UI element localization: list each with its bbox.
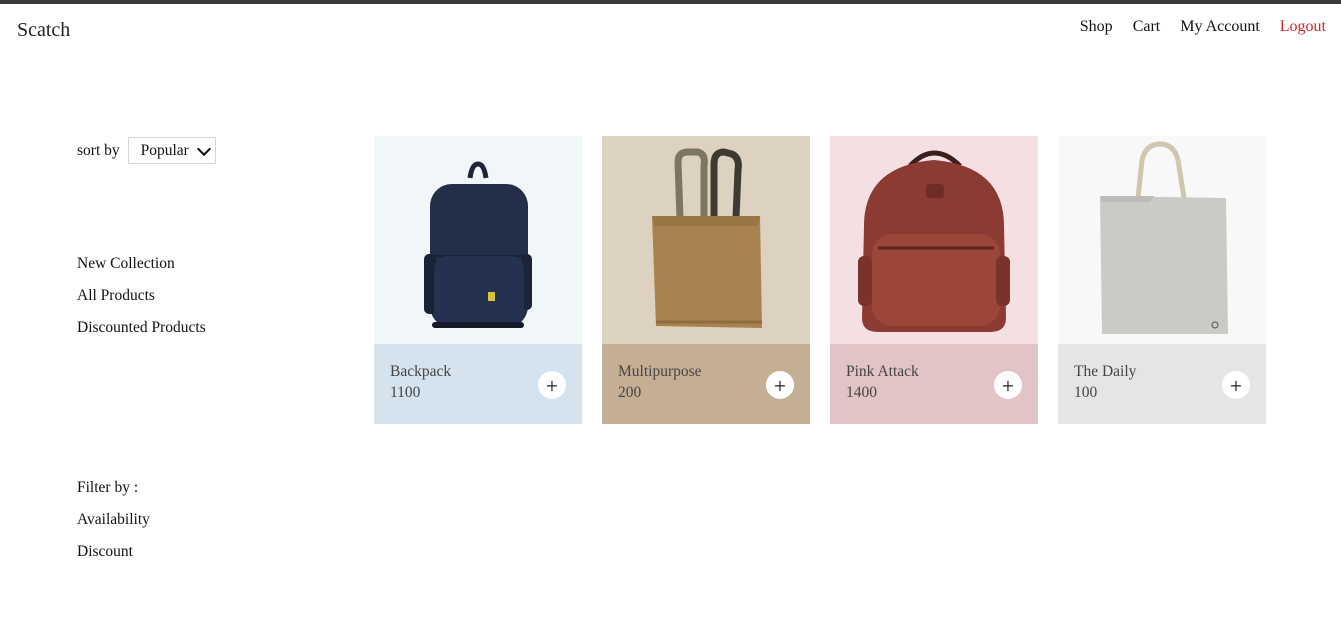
product-info: Multipurpose 200 +: [602, 344, 810, 424]
filter-section: Filter by : Availability Discount: [77, 472, 150, 568]
category-links: New Collection All Products Discounted P…: [77, 248, 206, 344]
sort-select[interactable]: Popular: [127, 137, 216, 164]
link-all-products[interactable]: All Products: [77, 280, 206, 312]
canvas-tote-bag-image[interactable]: [1058, 136, 1266, 344]
nav-cart[interactable]: Cart: [1133, 18, 1161, 36]
navy-backpack-image[interactable]: [374, 136, 582, 344]
plus-icon: +: [545, 375, 559, 395]
add-to-cart-button[interactable]: +: [538, 371, 566, 399]
sort-selected-value: Popular: [140, 141, 189, 159]
add-to-cart-button[interactable]: +: [994, 371, 1022, 399]
product-card-backpack[interactable]: Backpack 1100 +: [374, 136, 582, 424]
nav-logout[interactable]: Logout: [1280, 18, 1326, 36]
product-card-multipurpose[interactable]: Multipurpose 200 +: [602, 136, 810, 424]
link-new-collection[interactable]: New Collection: [77, 248, 206, 280]
top-nav: Shop Cart My Account Logout: [1080, 18, 1326, 36]
add-to-cart-button[interactable]: +: [766, 371, 794, 399]
plus-icon: +: [773, 375, 787, 395]
nav-my-account[interactable]: My Account: [1180, 18, 1260, 36]
link-discounted-products[interactable]: Discounted Products: [77, 312, 206, 344]
leather-backpack-image[interactable]: [830, 136, 1038, 344]
product-card-the-daily[interactable]: The Daily 100 +: [1058, 136, 1266, 424]
product-info: The Daily 100 +: [1058, 344, 1266, 424]
product-info: Pink Attack 1400 +: [830, 344, 1038, 424]
filter-label: Filter by :: [77, 479, 139, 496]
sort-section: sort by Popular: [77, 137, 337, 164]
plus-icon: +: [1001, 375, 1015, 395]
filter-availability[interactable]: Availability: [77, 504, 150, 536]
product-card-pink-attack[interactable]: Pink Attack 1400 +: [830, 136, 1038, 424]
plus-icon: +: [1229, 375, 1243, 395]
filter-discount[interactable]: Discount: [77, 536, 150, 568]
product-info: Backpack 1100 +: [374, 344, 582, 424]
tan-tote-bag-image[interactable]: [602, 136, 810, 344]
chevron-down-icon: [196, 141, 211, 156]
brand-logo[interactable]: Scatch: [17, 19, 70, 42]
add-to-cart-button[interactable]: +: [1222, 371, 1250, 399]
top-border: [0, 0, 1341, 4]
nav-shop[interactable]: Shop: [1080, 18, 1113, 36]
sort-label: sort by: [77, 141, 120, 159]
